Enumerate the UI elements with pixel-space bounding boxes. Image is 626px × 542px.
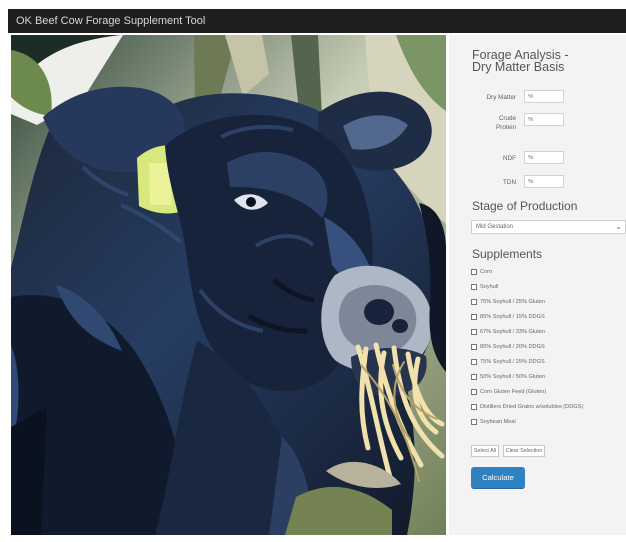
calculate-button[interactable]: Calculate bbox=[471, 467, 525, 489]
checkbox-icon[interactable] bbox=[471, 314, 477, 320]
stage-selected-value: Mid Gestation bbox=[476, 224, 514, 230]
supplement-label: 80% Soyhull / 20% DDGS bbox=[480, 344, 545, 350]
tdn-label: TDN bbox=[503, 179, 516, 186]
dry-matter-label: Dry Matter bbox=[486, 94, 516, 101]
crude-protein-label-line-2: Protein bbox=[496, 124, 516, 131]
checkbox-icon[interactable] bbox=[471, 404, 477, 410]
supplement-option-ddgs[interactable]: Distillers Dried Grains w/solubles (DDGS… bbox=[471, 402, 583, 412]
supplement-option-corn[interactable]: Corn bbox=[471, 267, 492, 277]
supplement-option-75-soyhull-25-ddgs[interactable]: 75% Soyhull / 25% DDGS bbox=[471, 357, 545, 367]
app-title-bar: OK Beef Cow Forage Supplement Tool bbox=[8, 9, 626, 33]
supplement-option-soybean-meal[interactable]: Soybean Meal bbox=[471, 417, 516, 427]
supplement-label: Corn bbox=[480, 269, 493, 275]
supplement-label: 75% Soyhull / 25% Gluten bbox=[480, 299, 545, 305]
crude-protein-row: Crude Protein bbox=[449, 113, 626, 144]
crude-protein-label-line-1: Crude bbox=[498, 115, 516, 122]
supplement-option-85-soyhull-15-ddgs[interactable]: 85% Soyhull / 15% DDGS bbox=[471, 312, 545, 322]
select-all-button[interactable]: Select All bbox=[471, 445, 499, 457]
supplement-label: 85% Soyhull / 15% DDGS bbox=[480, 314, 545, 320]
black-cow-eating-hay-image bbox=[11, 35, 446, 535]
checkbox-icon[interactable] bbox=[471, 344, 477, 350]
forage-analysis-title-line-2: Dry Matter Basis bbox=[472, 60, 565, 74]
supplement-option-67-soyhull-33-gluten[interactable]: 67% Soyhull / 33% Gluten bbox=[471, 327, 545, 337]
ndf-label: NDF bbox=[503, 155, 516, 162]
dry-matter-input[interactable] bbox=[524, 90, 564, 103]
forage-supplement-sidebar: Forage Analysis - Dry Matter Basis Dry M… bbox=[449, 35, 626, 535]
tdn-input[interactable] bbox=[524, 175, 564, 188]
supplement-option-soyhull[interactable]: Soyhull bbox=[471, 282, 498, 292]
supplement-label: Soybean Meal bbox=[480, 419, 516, 425]
checkbox-icon[interactable] bbox=[471, 419, 477, 425]
clear-selection-button[interactable]: Clear Selection bbox=[503, 445, 545, 457]
cow-illustration bbox=[11, 35, 446, 535]
ndf-row: NDF bbox=[449, 151, 626, 169]
checkbox-icon[interactable] bbox=[471, 299, 477, 305]
checkbox-icon[interactable] bbox=[471, 329, 477, 335]
checkbox-icon[interactable] bbox=[471, 284, 477, 290]
ndf-input[interactable] bbox=[524, 151, 564, 164]
checkbox-icon[interactable] bbox=[471, 359, 477, 365]
checkbox-icon[interactable] bbox=[471, 389, 477, 395]
supplement-label: 75% Soyhull / 25% DDGS bbox=[480, 359, 545, 365]
checkbox-icon[interactable] bbox=[471, 269, 477, 275]
supplement-label: Corn Gluten Feed (Gluten) bbox=[480, 389, 547, 395]
supplement-label: 50% Soyhull / 50% Gluten bbox=[480, 374, 545, 380]
supplement-label: 67% Soyhull / 33% Gluten bbox=[480, 329, 545, 335]
supplement-option-corn-gluten-feed[interactable]: Corn Gluten Feed (Gluten) bbox=[471, 387, 546, 397]
supplement-option-50-soyhull-50-gluten[interactable]: 50% Soyhull / 50% Gluten bbox=[471, 372, 545, 382]
forage-supplement-tool-page: OK Beef Cow Forage Supplement Tool Forag… bbox=[0, 0, 626, 542]
supplement-label: Distillers Dried Grains w/solubles (DDGS… bbox=[480, 404, 584, 410]
app-title: OK Beef Cow Forage Supplement Tool bbox=[16, 15, 206, 27]
stage-of-production-select[interactable]: Mid Gestation ⌄ bbox=[471, 220, 626, 234]
chevron-down-icon: ⌄ bbox=[615, 222, 622, 231]
supplements-title: Supplements bbox=[472, 247, 543, 261]
stage-of-production-title: Stage of Production bbox=[472, 199, 578, 213]
crude-protein-input[interactable] bbox=[524, 113, 564, 126]
checkbox-icon[interactable] bbox=[471, 374, 477, 380]
dry-matter-row: Dry Matter bbox=[449, 90, 626, 108]
supplement-option-75-soyhull-25-gluten[interactable]: 75% Soyhull / 25% Gluten bbox=[471, 297, 545, 307]
tdn-row: TDN bbox=[449, 175, 626, 193]
supplement-option-80-soyhull-20-ddgs[interactable]: 80% Soyhull / 20% DDGS bbox=[471, 342, 545, 352]
supplement-label: Soyhull bbox=[480, 284, 499, 290]
